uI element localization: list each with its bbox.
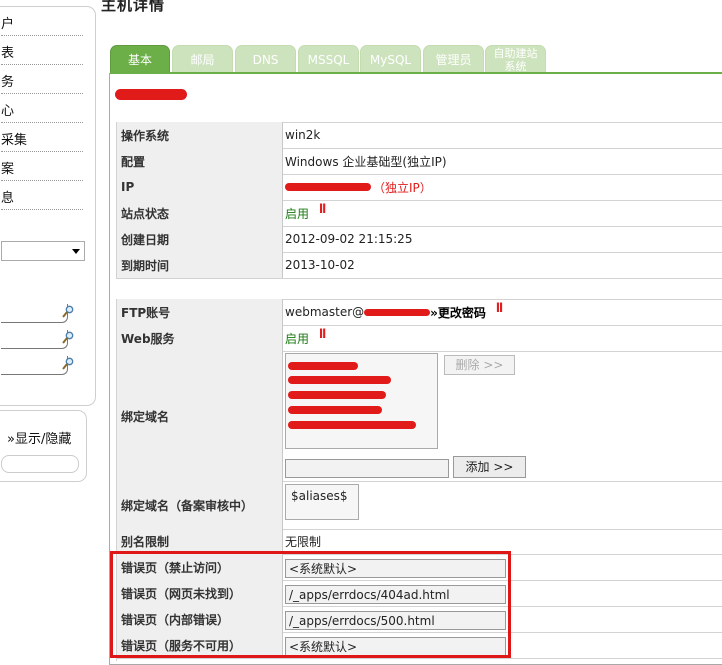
toggle-bar xyxy=(1,455,79,473)
sidebar-item-4[interactable]: 心 xyxy=(1,102,83,123)
tab-mysql[interactable]: MySQL xyxy=(360,45,421,73)
web-value: 启用 ll xyxy=(285,325,326,351)
pause-icon[interactable]: ll xyxy=(319,327,326,341)
tab-admin[interactable]: 管理员 xyxy=(423,45,484,73)
expire-label: 到期时间 xyxy=(117,252,283,278)
ip-value: （独立IP） xyxy=(285,174,432,200)
config-label: 配置 xyxy=(117,148,283,174)
magnifier-icon[interactable] xyxy=(62,357,74,371)
sidebar-select[interactable] xyxy=(1,241,85,261)
status-value: 启用 ll xyxy=(285,200,326,226)
highlight-box xyxy=(110,551,511,658)
redacted-ip xyxy=(285,183,371,191)
tab-bar: 基本 邮局 DNS MSSQL MySQL 管理员 自助建站 系统 xyxy=(110,45,722,73)
tab-underline xyxy=(110,72,722,74)
aliases-listbox[interactable]: $aliases$ xyxy=(285,484,359,520)
redacted-domain-3 xyxy=(288,391,386,399)
table-row: 到期时间 2013-10-02 xyxy=(117,252,722,279)
add-domain-button[interactable]: 添加 >> xyxy=(453,456,526,478)
sidebar-item-3[interactable]: 务 xyxy=(1,73,83,94)
chevron-down-icon xyxy=(72,249,80,254)
ftp-user: webmaster@ xyxy=(285,305,365,319)
pause-icon[interactable]: ll xyxy=(319,202,326,216)
domain-pending-label: 绑定域名（备案审核中） xyxy=(117,481,283,529)
sidebar-item-7[interactable]: 息 xyxy=(1,189,83,210)
table-row: Web服务 启用 ll xyxy=(117,325,722,352)
table-row: FTP账号 webmaster@ »更改密码 ll xyxy=(117,299,722,326)
web-status: 启用 xyxy=(285,331,310,346)
ip-label: IP xyxy=(117,174,283,200)
created-label: 创建日期 xyxy=(117,226,283,252)
sidebar: 户 表 务 心 采集 案 息 xyxy=(0,6,96,406)
magnifier-icon[interactable] xyxy=(62,305,74,319)
status-text: 启用 xyxy=(285,206,310,221)
redacted-domain-4 xyxy=(288,406,382,414)
redacted-domain-2 xyxy=(288,376,391,384)
delete-domain-button[interactable]: 删除 >> xyxy=(444,355,515,375)
table-row: 操作系统 win2k xyxy=(117,122,722,149)
table-row: 创建日期 2012-09-02 21:15:25 xyxy=(117,226,722,253)
domain-label: 绑定域名 xyxy=(117,351,283,481)
toggle-sidebar-link[interactable]: »显示/隐藏 xyxy=(7,428,71,447)
redacted-host-name xyxy=(115,89,187,100)
expire-value: 2013-10-02 xyxy=(285,258,355,272)
table-row: 绑定域名（备案审核中） xyxy=(117,481,722,530)
sidebar-search-input-2[interactable] xyxy=(1,330,68,349)
sidebar-search-input-3[interactable] xyxy=(1,356,68,375)
tab-dns[interactable]: DNS xyxy=(235,45,296,73)
tab-mssql[interactable]: MSSQL xyxy=(298,45,359,73)
ip-type: （独立IP） xyxy=(373,180,432,195)
sidebar-toggle-box: »显示/隐藏 xyxy=(0,410,87,482)
redacted-domain-1 xyxy=(288,362,358,370)
os-label: 操作系统 xyxy=(117,122,283,148)
tab-basic[interactable]: 基本 xyxy=(110,45,170,73)
ftp-label: FTP账号 xyxy=(117,299,283,325)
sidebar-item-1[interactable]: 户 xyxy=(1,15,83,36)
redacted-domain-5 xyxy=(288,421,416,429)
pause-icon[interactable]: ll xyxy=(496,301,503,315)
change-password-link[interactable]: »更改密码 xyxy=(430,304,486,321)
table-row: 站点状态 启用 ll xyxy=(117,200,722,227)
sidebar-item-6[interactable]: 案 xyxy=(1,160,83,181)
magnifier-icon[interactable] xyxy=(62,331,74,345)
table-row: 配置 Windows 企业基础型(独立IP) xyxy=(117,148,722,175)
redacted-ftp-domain xyxy=(364,308,431,316)
os-value: win2k xyxy=(285,128,321,142)
tab-mail[interactable]: 邮局 xyxy=(172,45,233,73)
tab-site-builder[interactable]: 自助建站 系统 xyxy=(485,45,546,73)
created-value: 2012-09-02 21:15:25 xyxy=(285,232,413,246)
sidebar-search-input-1[interactable] xyxy=(1,304,68,323)
status-label: 站点状态 xyxy=(117,200,283,226)
table-row: IP （独立IP） xyxy=(117,174,722,201)
page-title: 主机详情 xyxy=(101,0,166,14)
sidebar-item-2[interactable]: 表 xyxy=(1,44,83,65)
ftp-value: webmaster@ »更改密码 ll xyxy=(285,299,503,325)
web-label: Web服务 xyxy=(117,325,283,351)
sidebar-item-5[interactable]: 采集 xyxy=(1,131,83,152)
new-domain-input[interactable] xyxy=(285,459,449,478)
config-value: Windows 企业基础型(独立IP) xyxy=(285,154,447,169)
